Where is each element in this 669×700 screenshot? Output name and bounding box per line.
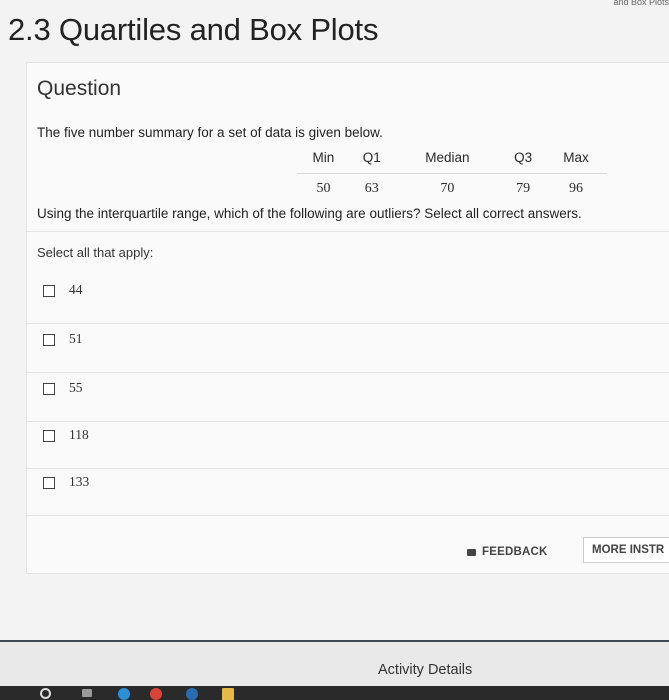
summary-value-max: 96 <box>568 181 583 196</box>
breadcrumb-fragment: and Box Plots <box>613 0 669 6</box>
app-screen: and Box Plots 2.3 Quartiles and Box Plot… <box>0 0 669 640</box>
taskbar <box>0 686 669 700</box>
summary-value-q3: 79 <box>516 181 531 196</box>
select-all-label: Select all that apply: <box>37 245 154 260</box>
summary-header-q3: Q3 <box>501 147 545 174</box>
five-number-summary-table: Min Q1 Median Q3 Max 50 63 70 79 96 <box>297 147 607 200</box>
feedback-label: FEEDBACK <box>482 546 548 558</box>
answer-option-label: 133 <box>69 474 90 489</box>
answer-option-55[interactable]: 55 <box>27 373 669 422</box>
checkbox-icon[interactable] <box>43 477 55 489</box>
checkbox-icon[interactable] <box>43 285 55 297</box>
chrome-icon[interactable] <box>150 688 162 700</box>
answer-option-44[interactable]: 44 <box>27 275 669 324</box>
question-card: Question The five number summary for a s… <box>26 62 669 574</box>
search-icon[interactable] <box>40 688 51 699</box>
question-heading: Question <box>37 77 122 100</box>
summary-header-max: Max <box>544 147 607 174</box>
page-title: 2.3 Quartiles and Box Plots <box>8 12 379 47</box>
more-instructions-label: MORE INSTR <box>592 544 665 556</box>
activity-bar: Activity Details <box>0 642 669 686</box>
question-prompt: The five number summary for a set of dat… <box>37 125 383 140</box>
feedback-icon <box>467 548 476 556</box>
feedback-button[interactable]: FEEDBACK <box>467 540 567 564</box>
app-icon[interactable] <box>186 688 198 700</box>
edge-icon[interactable] <box>118 688 130 700</box>
summary-value-row: 50 63 70 79 96 <box>297 174 607 201</box>
answer-option-label: 55 <box>69 380 83 395</box>
more-instructions-button[interactable]: MORE INSTR <box>583 537 669 563</box>
activity-details-link[interactable]: Activity Details <box>378 662 472 678</box>
task-view-icon[interactable] <box>82 689 92 697</box>
summary-header-median: Median <box>393 147 502 174</box>
answer-option-label: 44 <box>69 282 83 297</box>
answer-option-label: 118 <box>69 427 89 442</box>
file-explorer-icon[interactable] <box>222 688 234 700</box>
summary-value-q1: 63 <box>364 181 379 196</box>
summary-header-q1: Q1 <box>349 147 394 174</box>
answer-option-133[interactable]: 133 <box>27 467 669 516</box>
checkbox-icon[interactable] <box>43 383 55 395</box>
summary-value-median: 70 <box>440 181 455 196</box>
answer-option-118[interactable]: 118 <box>27 420 669 469</box>
answer-option-51[interactable]: 51 <box>27 324 669 373</box>
checkbox-icon[interactable] <box>43 334 55 346</box>
divider <box>27 231 669 232</box>
answer-option-label: 51 <box>69 331 83 346</box>
checkbox-icon[interactable] <box>43 430 55 442</box>
summary-value-min: 50 <box>316 181 331 196</box>
question-instruction: Using the interquartile range, which of … <box>37 206 582 221</box>
summary-header-row: Min Q1 Median Q3 Max <box>297 147 607 174</box>
summary-header-min: Min <box>297 147 350 174</box>
